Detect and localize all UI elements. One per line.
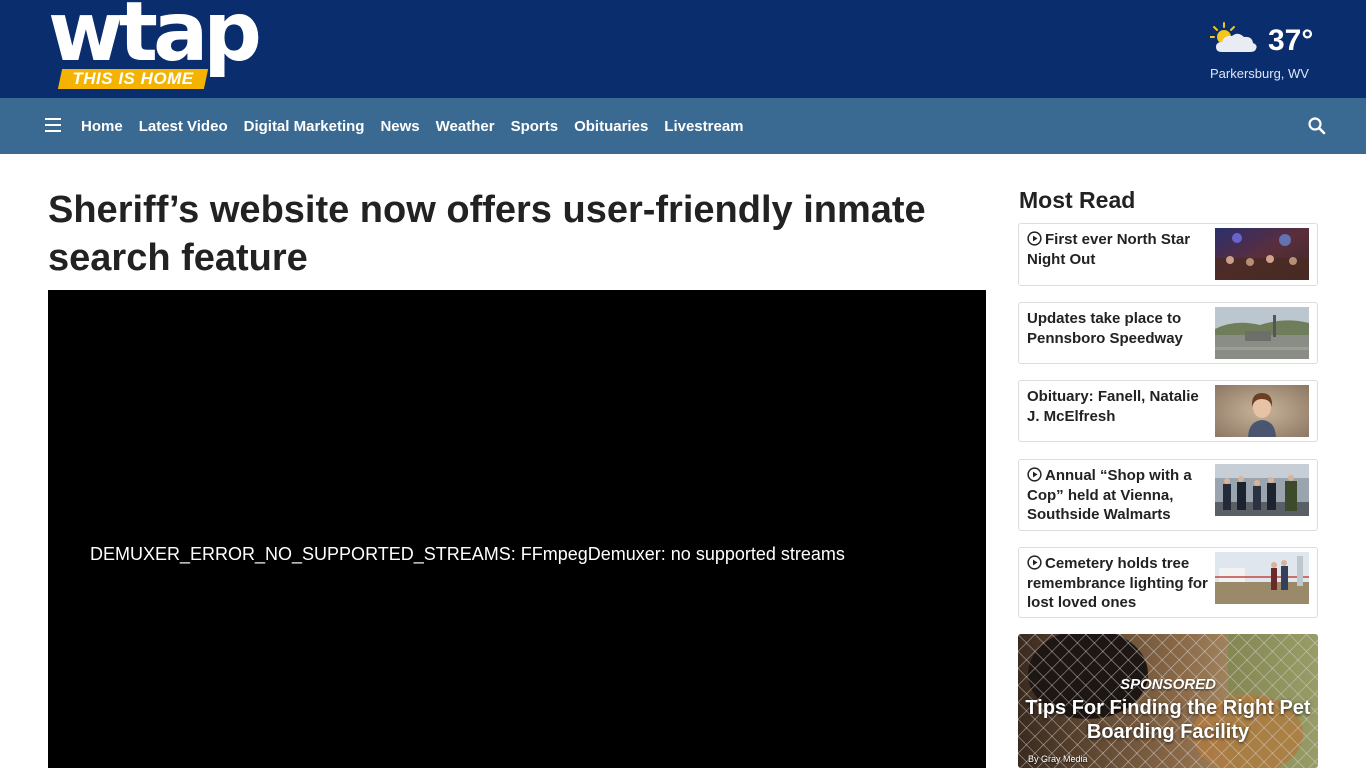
most-read-item-title: Cemetery holds tree remembrance lighting… [1027,554,1209,613]
nav-items: Home Latest Video Digital Marketing News… [73,98,752,154]
most-read-item-text: First ever North Star Night Out [1027,231,1191,268]
nav-item-sports[interactable]: Sports [503,118,567,135]
most-read-item-text: Obituary: Fanell, Natalie J. McElfresh [1027,388,1199,425]
weather-location: Parkersburg, WV [1210,66,1309,81]
article-headline: Sheriff’s website now offers user-friend… [48,189,926,279]
logo-wordmark: wtap [48,0,262,80]
main-navigation: Home Latest Video Digital Marketing News… [0,98,1366,154]
thumbnail-image [1215,552,1309,604]
most-read-item-title: Obituary: Fanell, Natalie J. McElfresh [1027,387,1209,426]
logo-tagline-badge: THIS IS HOME [57,69,209,89]
nav-item-weather[interactable]: Weather [428,118,503,135]
weather-temperature: 37° [1268,24,1314,57]
weather-widget[interactable]: 37° Parkersburg, WV [1206,18,1326,88]
nav-item-home[interactable]: Home [73,118,131,135]
most-read-item-title: Updates take place to Pennsboro Speedway [1027,309,1209,348]
most-read-item-text: Annual “Shop with a Cop” held at Vienna,… [1027,467,1192,523]
promo-title: Tips For Finding the Right Pet Boarding … [1025,697,1311,743]
most-read-item[interactable]: Updates take place to Pennsboro Speedway [1018,302,1318,364]
video-error-message: DEMUXER_ERROR_NO_SUPPORTED_STREAMS: FFmp… [90,544,845,564]
most-read-item[interactable]: First ever North Star Night Out [1018,223,1318,286]
masthead: wtap THIS IS HOME 37° Parkersburg, WV [0,0,1366,98]
play-icon [1027,231,1042,246]
sponsored-promo[interactable]: SPONSORED Tips For Finding the Right Pet… [1018,634,1318,768]
nav-item-digital-marketing[interactable]: Digital Marketing [236,118,373,135]
play-icon [1027,555,1042,570]
nav-item-livestream[interactable]: Livestream [656,118,751,135]
play-icon [1027,467,1042,482]
most-read-item-text: Updates take place to Pennsboro Speedway [1027,310,1183,347]
nav-item-latest-video[interactable]: Latest Video [131,118,236,135]
most-read-item[interactable]: Cemetery holds tree remembrance lighting… [1018,547,1318,618]
most-read-item-title: First ever North Star Night Out [1027,230,1209,269]
partly-cloudy-icon [1210,22,1257,52]
most-read-heading: Most Read [1019,187,1136,213]
nav-item-obituaries[interactable]: Obituaries [566,118,656,135]
site-logo[interactable]: wtap THIS IS HOME [48,0,264,92]
thumbnail-image [1215,228,1309,280]
logo-tagline: THIS IS HOME [72,69,194,88]
most-read-item[interactable]: Annual “Shop with a Cop” held at Vienna,… [1018,459,1318,531]
most-read-item-title: Annual “Shop with a Cop” held at Vienna,… [1027,466,1209,525]
search-icon[interactable] [1307,116,1327,136]
hamburger-menu-icon[interactable] [45,118,61,132]
promo-byline: By Gray Media [1028,754,1088,764]
thumbnail-image [1215,307,1309,359]
video-player[interactable]: DEMUXER_ERROR_NO_SUPPORTED_STREAMS: FFmp… [48,290,986,768]
most-read-item-text: Cemetery holds tree remembrance lighting… [1027,555,1208,611]
thumbnail-image [1215,464,1309,516]
sponsored-label: SPONSORED [1120,676,1216,693]
thumbnail-image [1215,385,1309,437]
most-read-item[interactable]: Obituary: Fanell, Natalie J. McElfresh [1018,380,1318,442]
nav-item-news[interactable]: News [372,118,427,135]
